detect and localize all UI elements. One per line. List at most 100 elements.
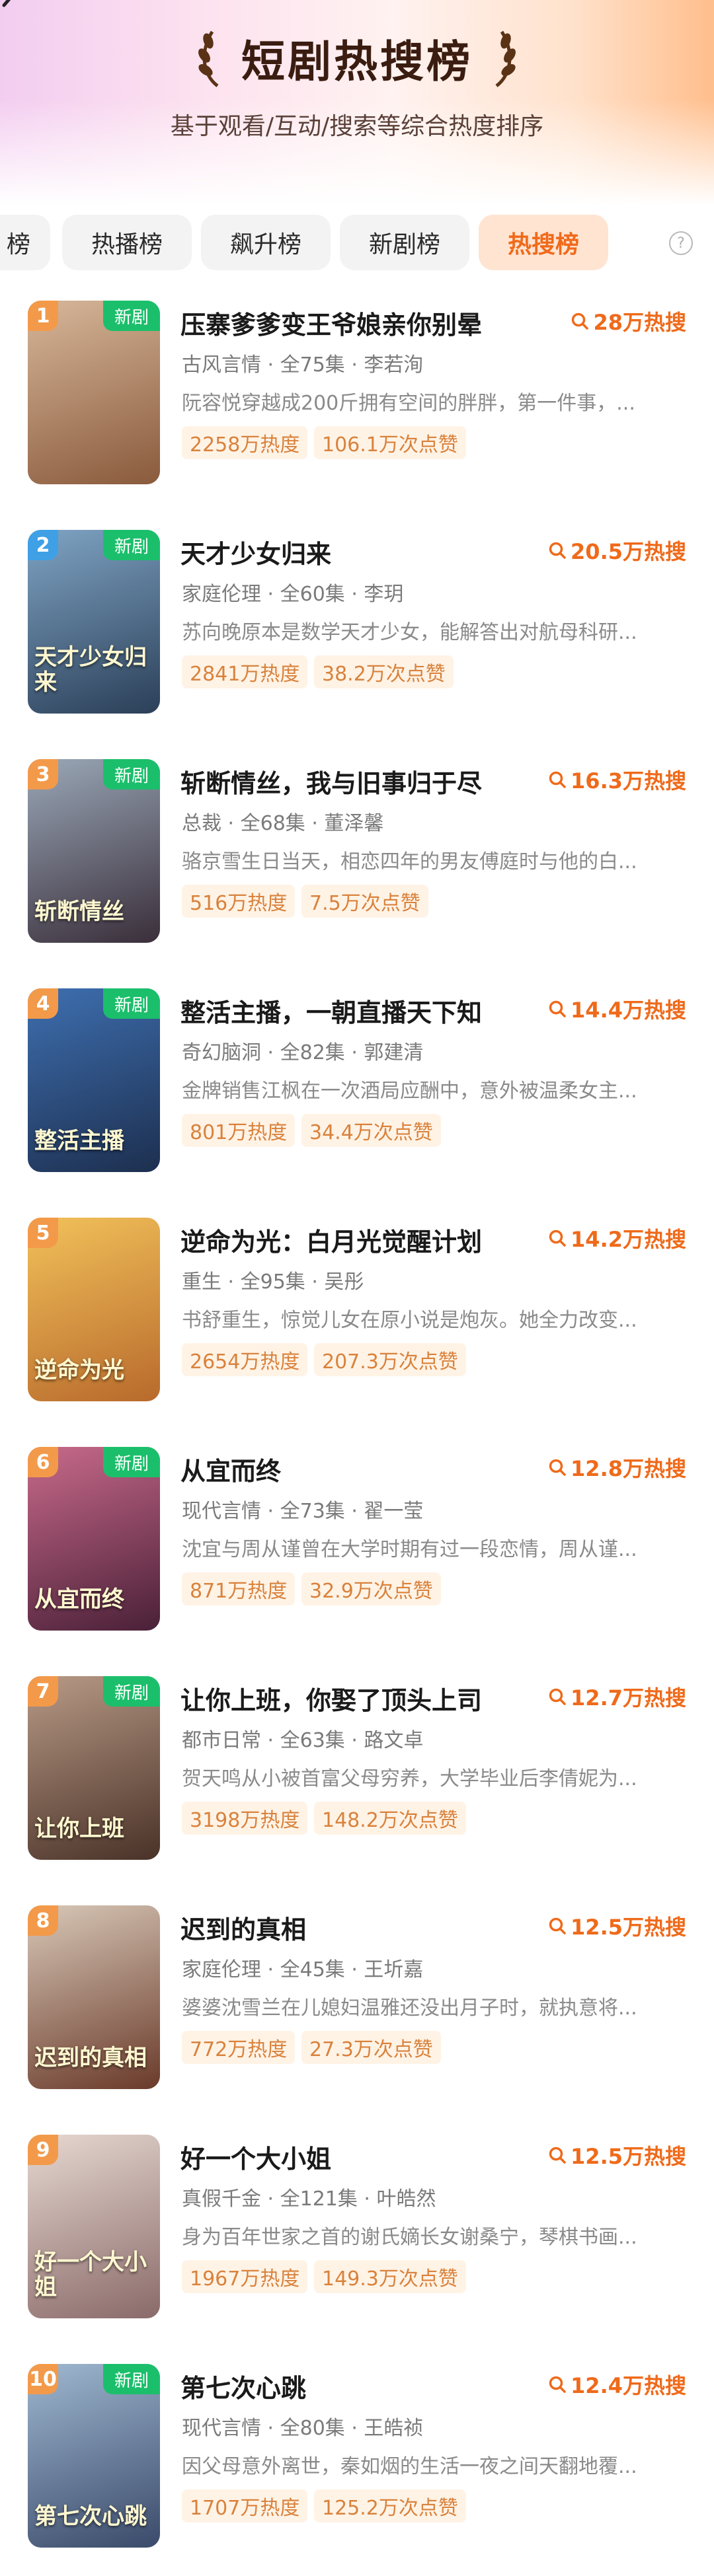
drama-meta: 都市日常 · 全63集 · 路文卓 [182, 1729, 424, 1752]
drama-title[interactable]: 让你上班，你娶了顶头上司 [180, 1680, 482, 1716]
search-heat-value: 12.5万热搜 [571, 1915, 686, 1940]
search-heat: 12.4万热搜 [548, 2369, 686, 2400]
tab-bar: 榜 热播榜 飙升榜 新剧榜 热搜榜 [0, 215, 714, 274]
new-badge: 新剧 [103, 1676, 160, 1707]
likes-stat: 106.1万次点赞 [314, 426, 466, 459]
drama-cover[interactable]: 9 好一个大小姐 [28, 2135, 160, 2318]
cover-title-art: 从宜而终 [34, 1586, 124, 1613]
rank-badge: 3 [28, 759, 58, 790]
drama-cover[interactable]: 4 新剧 整活主播 [28, 988, 160, 1172]
drama-description: 因父母意外离世，秦如烟的生活一夜之间天翻地覆... [182, 2455, 637, 2478]
new-badge: 新剧 [103, 759, 160, 790]
tab-hot-play[interactable]: 热播榜 [62, 215, 192, 270]
search-heat: 12.8万热搜 [548, 1452, 686, 1483]
heat-stat: 516万热度 [182, 885, 296, 918]
list-item[interactable]: 1 新剧 压寨爹爹变王爷娘亲你别晕 28万热搜 古风言情 · 全75集 · 李若… [0, 301, 714, 499]
tab-new[interactable]: 新剧榜 [340, 215, 469, 270]
drama-cover[interactable]: 10 新剧 第七次心跳 [28, 2364, 160, 2548]
drama-meta: 总裁 · 全68集 · 董泽馨 [182, 812, 384, 835]
list-item[interactable]: 8 迟到的真相 迟到的真相 12.5万热搜 家庭伦理 · 全45集 · 王圻嘉 … [0, 1905, 714, 2104]
drama-cover[interactable]: 7 新剧 让你上班 [28, 1676, 160, 1860]
new-badge: 新剧 [103, 301, 160, 331]
drama-cover[interactable]: 6 新剧 从宜而终 [28, 1447, 160, 1631]
drama-cover[interactable]: 5 逆命为光 [28, 1218, 160, 1401]
search-icon [549, 1917, 566, 1934]
tab-rising[interactable]: 飙升榜 [201, 215, 331, 270]
drama-title[interactable]: 好一个大小姐 [180, 2139, 331, 2175]
drama-description: 金牌销售江枫在一次酒局应酬中，意外被温柔女主... [182, 1080, 637, 1103]
drama-meta: 家庭伦理 · 全60集 · 李玥 [182, 583, 404, 606]
list-item[interactable]: 10 新剧 第七次心跳 第七次心跳 12.4万热搜 现代言情 · 全80集 · … [0, 2364, 714, 2562]
page-subtitle: 基于观看/互动/搜索等综合热度排序 [170, 113, 544, 140]
likes-stat: 38.2万次点赞 [314, 655, 454, 688]
search-heat: 14.4万热搜 [548, 994, 686, 1024]
drama-description: 书舒重生，惊觉儿女在原小说是炮灰。她全力改变... [182, 1309, 637, 1332]
new-badge: 新剧 [103, 1447, 160, 1477]
drama-title[interactable]: 天才少女归来 [180, 534, 331, 570]
list-item[interactable]: 5 逆命为光 逆命为光：白月光觉醒计划 14.2万热搜 重生 · 全95集 · … [0, 1218, 714, 1416]
rank-badge: 9 [28, 2135, 58, 2165]
tab-partial[interactable]: 榜 [0, 215, 50, 270]
tab-hot-search[interactable]: 热搜榜 [479, 215, 608, 270]
drama-meta: 现代言情 · 全80集 · 王皓祯 [182, 2417, 424, 2440]
likes-stat: 149.3万次点赞 [314, 2260, 466, 2293]
heat-stat: 772万热度 [182, 2031, 296, 2064]
drama-title[interactable]: 压寨爹爹变王爷娘亲你别晕 [180, 305, 482, 341]
likes-stat: 7.5万次点赞 [301, 885, 428, 918]
drama-title[interactable]: 斩断情丝，我与旧事归于尽 [180, 763, 482, 799]
drama-title[interactable]: 第七次心跳 [180, 2368, 306, 2404]
search-heat-value: 28万热搜 [593, 310, 686, 335]
list-item[interactable]: 3 新剧 斩断情丝 斩断情丝，我与旧事归于尽 16.3万热搜 总裁 · 全68集… [0, 759, 714, 957]
search-icon [549, 1230, 566, 1247]
rank-badge: 10 [28, 2364, 58, 2394]
list-item[interactable]: 9 好一个大小姐 好一个大小姐 12.5万热搜 真假千金 · 全121集 · 叶… [0, 2135, 714, 2333]
drama-description: 骆京雪生日当天，相恋四年的男友傅庭时与他的白... [182, 850, 637, 873]
likes-stat: 207.3万次点赞 [314, 1343, 466, 1376]
list-item[interactable]: 4 新剧 整活主播 整活主播，一朝直播天下知 14.4万热搜 奇幻脑洞 · 全8… [0, 988, 714, 1187]
cover-title-art: 逆命为光 [34, 1356, 124, 1383]
drama-cover[interactable]: 2 新剧 天才少女归来 [28, 530, 160, 714]
help-icon[interactable]: ? [669, 231, 693, 255]
search-heat-value: 20.5万热搜 [571, 539, 686, 564]
search-heat-value: 12.7万热搜 [571, 1685, 686, 1711]
drama-title[interactable]: 整活主播，一朝直播天下知 [180, 992, 482, 1029]
drama-title[interactable]: 从宜而终 [180, 1451, 281, 1487]
drama-cover[interactable]: 3 新剧 斩断情丝 [28, 759, 160, 943]
drama-title[interactable]: 迟到的真相 [180, 1909, 306, 1946]
search-heat: 20.5万热搜 [548, 535, 686, 566]
heat-stat: 801万热度 [182, 1114, 296, 1147]
cover-title-art: 好一个大小姐 [34, 2249, 147, 2300]
likes-stat: 34.4万次点赞 [301, 1114, 441, 1147]
search-heat-value: 16.3万热搜 [571, 768, 686, 793]
rank-badge: 8 [28, 1905, 58, 1936]
drama-title[interactable]: 逆命为光：白月光觉醒计划 [180, 1222, 482, 1258]
drama-description: 身为百年世家之首的谢氏嫡长女谢桑宁，琴棋书画... [182, 2226, 637, 2249]
cover-title-art: 整活主播 [34, 1127, 124, 1154]
drama-description: 婆婆沈雪兰在儿媳妇温雅还没出月子时，就执意将... [182, 1997, 637, 2020]
drama-cover[interactable]: 8 迟到的真相 [28, 1905, 160, 2089]
rank-badge: 1 [28, 301, 58, 331]
search-icon [549, 1459, 566, 1476]
list-item[interactable]: 7 新剧 让你上班 让你上班，你娶了顶头上司 12.7万热搜 都市日常 · 全6… [0, 1676, 714, 1874]
rank-badge: 4 [28, 988, 58, 1019]
page-title: 短剧热搜榜 [241, 36, 473, 87]
new-badge: 新剧 [103, 2364, 160, 2394]
drama-cover[interactable]: 1 新剧 [28, 301, 160, 484]
cover-title-art: 让你上班 [34, 1815, 124, 1842]
drama-meta: 现代言情 · 全73集 · 翟一莹 [182, 1500, 424, 1523]
search-icon [549, 542, 566, 559]
heat-stat: 871万热度 [182, 1572, 296, 1605]
drama-meta: 真假千金 · 全121集 · 叶皓然 [182, 2188, 436, 2211]
laurel-right-icon [495, 30, 516, 87]
search-icon [572, 313, 589, 330]
search-heat-value: 12.8万热搜 [571, 1456, 686, 1481]
heat-stat: 2258万热度 [182, 426, 308, 459]
back-icon[interactable] [0, 0, 26, 21]
list-item[interactable]: 6 新剧 从宜而终 从宜而终 12.8万热搜 现代言情 · 全73集 · 翟一莹… [0, 1447, 714, 1645]
drama-meta: 家庭伦理 · 全45集 · 王圻嘉 [182, 1958, 424, 1981]
search-heat-value: 12.5万热搜 [571, 2144, 686, 2169]
list-item[interactable]: 2 新剧 天才少女归来 天才少女归来 20.5万热搜 家庭伦理 · 全60集 ·… [0, 530, 714, 728]
rank-badge: 5 [28, 1218, 58, 1248]
search-heat: 14.2万热搜 [548, 1223, 686, 1253]
page-title-row: 短剧热搜榜 [0, 25, 714, 91]
